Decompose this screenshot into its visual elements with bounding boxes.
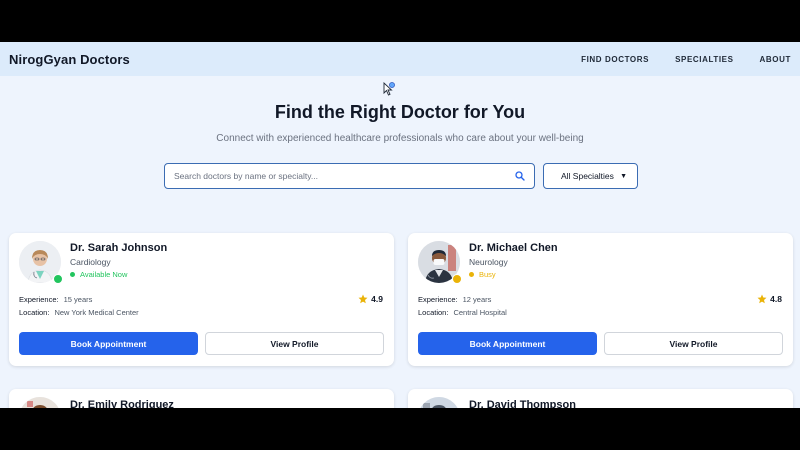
search-input[interactable]: Search doctors by name or specialty... — [164, 163, 535, 189]
location-value: New York Medical Center — [54, 308, 139, 317]
experience-row: Experience: 15 years — [19, 295, 92, 304]
book-appointment-button[interactable]: Book Appointment — [19, 332, 198, 355]
rating: 4.9 — [358, 294, 383, 304]
location-row: Location: Central Hospital — [418, 308, 507, 317]
status-text: Available Now — [80, 270, 128, 279]
brand-logo[interactable]: NirogGyan Doctors — [9, 52, 130, 67]
doctor-specialty: Neurology — [469, 257, 508, 267]
avatar-container — [418, 241, 462, 284]
status-indicator — [452, 274, 462, 284]
chevron-down-icon: ▼ — [620, 172, 627, 180]
avatar[interactable] — [418, 397, 460, 408]
search-icon[interactable] — [515, 171, 525, 181]
specialty-select[interactable]: All Specialties ▼ — [543, 163, 638, 189]
location-label: Location: — [19, 308, 50, 317]
experience-label: Experience: — [19, 295, 59, 304]
experience-label: Experience: — [418, 295, 458, 304]
nav-links: FIND DOCTORS SPECIALTIES ABOUT — [555, 55, 791, 64]
page-title: Find the Right Doctor for You — [274, 102, 526, 122]
search-placeholder: Search doctors by name or specialty... — [174, 171, 318, 181]
doctor-name[interactable]: Dr. Emily Rodriguez — [70, 399, 174, 408]
doctor-card: Dr. David Thompson — [408, 389, 793, 408]
nav-find-doctors[interactable]: FIND DOCTORS — [581, 55, 649, 64]
book-appointment-button[interactable]: Book Appointment — [418, 332, 597, 355]
doctor-photo-icon — [418, 397, 460, 408]
avatar-container — [19, 397, 61, 408]
avatar-container — [418, 397, 460, 408]
experience-value: 12 years — [462, 295, 492, 304]
status-dot-icon — [70, 272, 75, 277]
rating-value: 4.9 — [371, 294, 383, 304]
star-icon — [757, 294, 767, 304]
location-value: Central Hospital — [453, 308, 507, 317]
experience-value: 15 years — [63, 295, 93, 304]
doctor-card: Dr. Emily Rodriguez — [9, 389, 394, 408]
doctor-name[interactable]: Dr. David Thompson — [469, 399, 576, 408]
avatar[interactable] — [19, 397, 61, 408]
doctor-card: Dr. Michael Chen Neurology Busy Experien… — [408, 233, 793, 366]
doctor-name[interactable]: Dr. Michael Chen — [469, 242, 558, 254]
avatar-container — [19, 241, 63, 284]
view-profile-button[interactable]: View Profile — [604, 332, 783, 355]
location-row: Location: New York Medical Center — [19, 308, 139, 317]
location-label: Location: — [418, 308, 449, 317]
status-dot-icon — [469, 272, 474, 277]
doctor-specialty: Cardiology — [70, 257, 111, 267]
status-text: Busy — [479, 270, 496, 279]
app-viewport: NirogGyan Doctors FIND DOCTORS SPECIALTI… — [0, 42, 800, 408]
rating-value: 4.8 — [770, 294, 782, 304]
mouse-cursor-icon — [383, 82, 395, 96]
doctor-photo-icon — [19, 397, 61, 408]
rating: 4.8 — [757, 294, 782, 304]
doctor-name[interactable]: Dr. Sarah Johnson — [70, 242, 167, 254]
nav-specialties[interactable]: SPECIALTIES — [675, 55, 733, 64]
status-badge: Available Now — [70, 270, 127, 279]
status-badge: Busy — [469, 270, 496, 279]
doctor-card: Dr. Sarah Johnson Cardiology Available N… — [9, 233, 394, 366]
page-subtitle: Connect with experienced healthcare prof… — [216, 133, 584, 144]
specialty-select-value: All Specialties — [561, 171, 614, 181]
nav-about[interactable]: ABOUT — [760, 55, 791, 64]
star-icon — [358, 294, 368, 304]
status-indicator — [53, 274, 63, 284]
experience-row: Experience: 12 years — [418, 295, 491, 304]
top-navbar: NirogGyan Doctors FIND DOCTORS SPECIALTI… — [0, 42, 800, 76]
view-profile-button[interactable]: View Profile — [205, 332, 384, 355]
